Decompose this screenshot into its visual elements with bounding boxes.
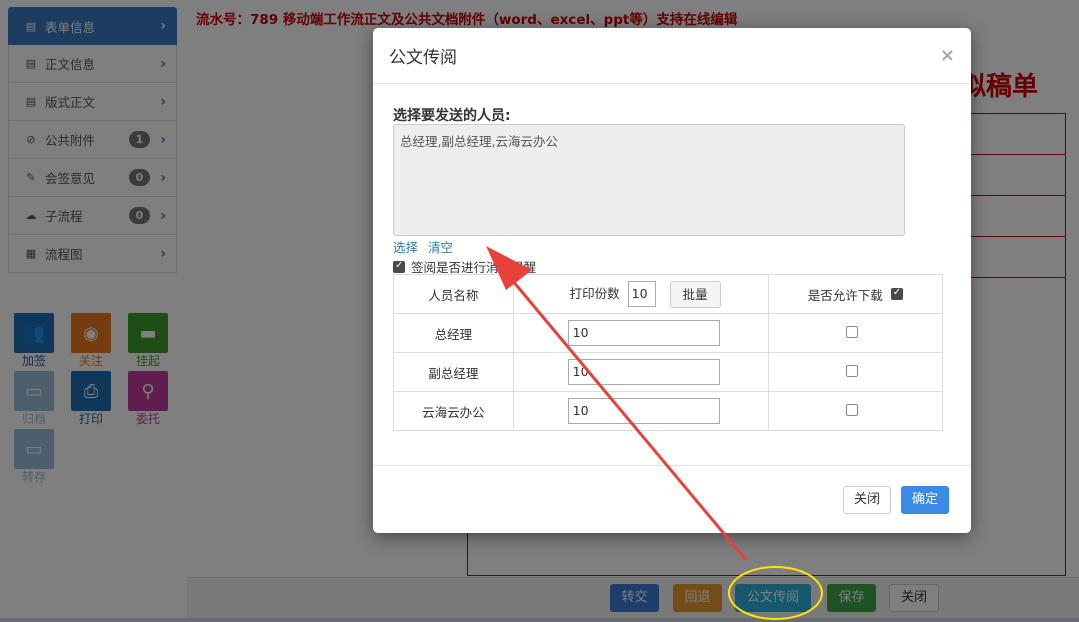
annotation-arrow	[486, 246, 748, 561]
